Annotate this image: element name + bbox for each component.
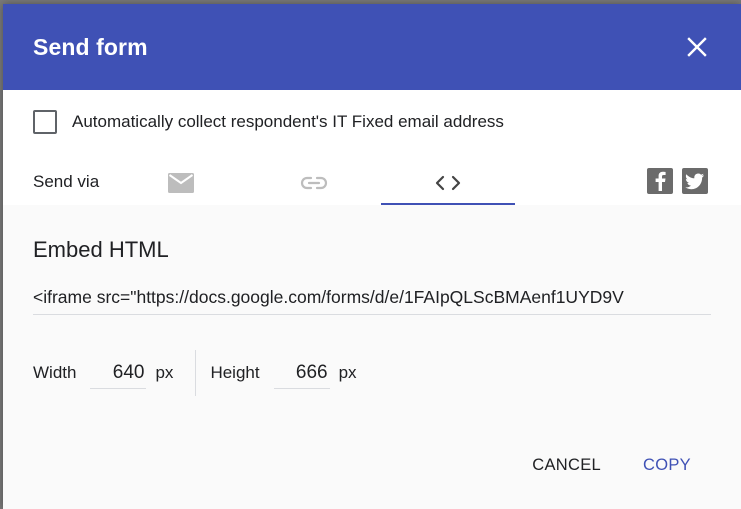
height-label: Height bbox=[210, 363, 260, 382]
height-unit: px bbox=[338, 363, 357, 382]
height-input[interactable] bbox=[273, 357, 330, 389]
tab-embed[interactable] bbox=[381, 160, 515, 205]
copy-button[interactable]: COPY bbox=[643, 456, 691, 475]
collect-email-row: Automatically collect respondent's IT Fi… bbox=[33, 110, 504, 134]
social-share bbox=[647, 168, 708, 194]
embed-panel: Embed HTML <iframe src="https://docs.goo… bbox=[3, 205, 741, 505]
send-form-dialog: Send form Automatically collect responde… bbox=[3, 4, 741, 509]
width-input[interactable] bbox=[90, 357, 147, 389]
send-options: Automatically collect respondent's IT Fi… bbox=[3, 90, 741, 205]
close-button[interactable] bbox=[683, 33, 711, 61]
width-unit: px bbox=[155, 363, 174, 382]
embed-code-field[interactable]: <iframe src="https://docs.google.com/for… bbox=[33, 287, 711, 315]
dialog-header: Send form bbox=[3, 4, 741, 90]
embed-title: Embed HTML bbox=[33, 237, 169, 262]
twitter-icon bbox=[685, 173, 704, 189]
cancel-button[interactable]: CANCEL bbox=[532, 456, 601, 475]
dimensions-row: Width px Height px bbox=[33, 350, 357, 396]
collect-email-checkbox[interactable] bbox=[33, 110, 57, 134]
facebook-icon bbox=[655, 171, 666, 191]
dialog-title: Send form bbox=[33, 33, 148, 60]
twitter-share-button[interactable] bbox=[682, 168, 708, 194]
embed-code-icon bbox=[435, 175, 461, 190]
close-icon bbox=[687, 37, 707, 57]
facebook-share-button[interactable] bbox=[647, 168, 673, 194]
send-via-row: Send via bbox=[3, 160, 741, 205]
email-icon bbox=[168, 172, 194, 193]
send-via-label: Send via bbox=[33, 172, 100, 191]
collect-email-label: Automatically collect respondent's IT Fi… bbox=[72, 112, 504, 131]
width-label: Width bbox=[33, 363, 77, 382]
link-icon bbox=[300, 176, 328, 189]
dimensions-divider bbox=[195, 350, 197, 396]
dialog-actions: CANCEL COPY bbox=[532, 456, 691, 475]
tab-link[interactable] bbox=[247, 160, 381, 205]
tab-email[interactable] bbox=[114, 160, 248, 205]
